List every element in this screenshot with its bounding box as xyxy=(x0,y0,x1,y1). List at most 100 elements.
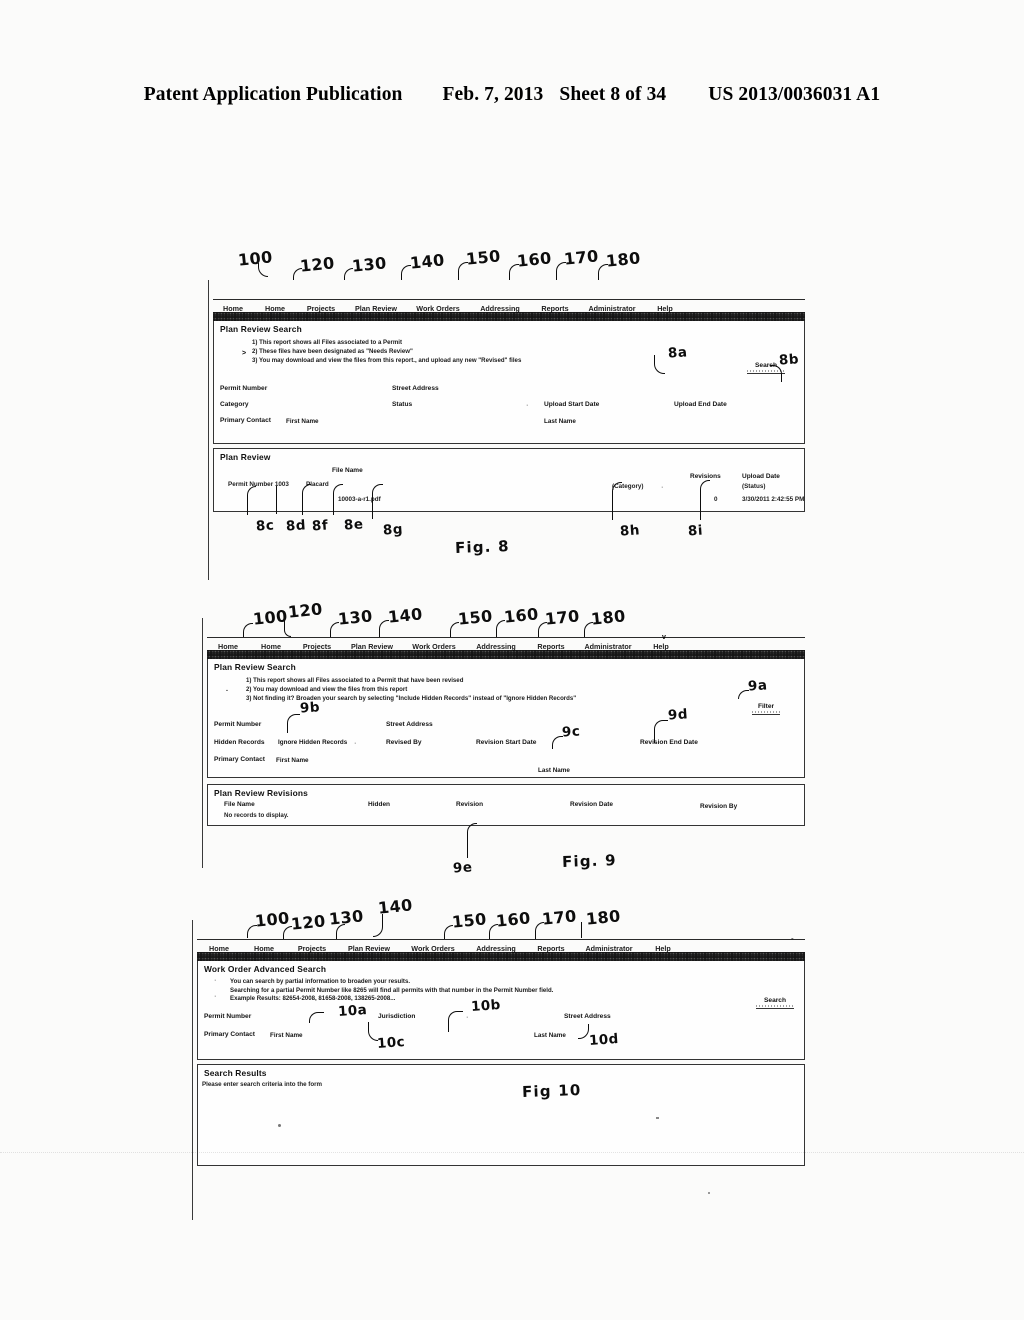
fig9-instruction-1: 1) This report shows all Files associate… xyxy=(246,677,464,684)
fig9-col-hidden: Hidden xyxy=(368,801,391,808)
fig9-col-revision-date: Revision Date xyxy=(570,801,613,808)
fig10-permit-number-label: Permit Number xyxy=(204,1013,252,1020)
fig9-revision-start-date-label: Revision Start Date xyxy=(476,739,537,746)
callout-160-leader-fig10 xyxy=(489,924,498,939)
callout-150-leader-fig8 xyxy=(458,262,468,280)
callout-8d-leader xyxy=(276,486,277,514)
patent-page-header: Patent Application Publication Feb. 7, 2… xyxy=(0,84,1024,106)
fig10-search-results-panel: Search Results Please enter search crite… xyxy=(197,1064,805,1166)
callout-10b: 10b xyxy=(470,996,502,1016)
fig10-empty-message: Please enter search criteria into the fo… xyxy=(202,1081,323,1088)
fig8-status-dropdown-icon[interactable]: · xyxy=(526,402,528,409)
fig9-instruction-2: 2) You may download and view the files f… xyxy=(246,686,408,694)
fig8-instruction-1: 1) This report shows all Files associate… xyxy=(252,339,403,346)
callout-170-fig10: 170 xyxy=(541,906,578,929)
fig10-first-name-label: First Name xyxy=(270,1032,303,1039)
callout-180-leader-fig8 xyxy=(598,264,608,280)
fig9-col-revision-by: Revision By xyxy=(700,803,738,810)
fig8-search-title: Plan Review Search xyxy=(220,324,302,334)
fig9-street-address-label: Street Address xyxy=(386,721,433,728)
publication-date: Feb. 7, 2013 xyxy=(442,84,544,105)
callout-8b: 8b xyxy=(778,351,800,369)
fig8-instruction-3: 3) You may download and view the files f… xyxy=(252,357,522,365)
fig10-nav-overflow-icon[interactable]: - xyxy=(791,934,794,943)
fig9-caption: Fig. 9 xyxy=(561,851,617,871)
patent-number: US 2013/0036031 A1 xyxy=(708,84,881,105)
fig8-primary-contact-label: Primary Contact xyxy=(220,417,271,424)
fig9-search-title: Plan Review Search xyxy=(214,662,296,672)
publication-label: Patent Application Publication xyxy=(143,84,403,105)
callout-8i: 8i xyxy=(687,522,704,540)
fig8-last-name-label: Last Name xyxy=(544,418,576,425)
fig8-cell-upload-date: 3/30/2011 2:42:55 PM xyxy=(742,496,805,503)
callout-180-leader-fig9 xyxy=(584,622,593,637)
callout-8f: 8f xyxy=(311,517,329,535)
callout-180-fig10: 180 xyxy=(585,906,622,929)
fig8-col-upload-date: Upload Date xyxy=(742,473,780,480)
fig9-col-file-name: File Name xyxy=(224,801,255,808)
callout-160-leader-fig9 xyxy=(496,620,505,637)
fig9-revision-end-date-label: Revision End Date xyxy=(640,739,698,746)
fig10-street-address-label: Street Address xyxy=(564,1013,611,1020)
callout-8i-leader xyxy=(700,480,710,520)
callout-130-fig9: 130 xyxy=(337,606,374,629)
callout-9b-leader xyxy=(287,714,300,733)
callout-10d: 10d xyxy=(588,1030,620,1050)
fig8-plan-review-search-panel: Plan Review Search 1) This report shows … xyxy=(213,321,805,444)
scan-speck-1 xyxy=(278,1124,281,1127)
callout-9d: 9d xyxy=(667,706,689,724)
callout-140-leader-fig9 xyxy=(379,620,389,637)
fig9-bullet-marker-icon: · xyxy=(226,688,229,695)
fig8-search-instructions: 1) This report shows all Files associate… xyxy=(214,334,804,366)
fig9-nav-overflow-icon[interactable]: v xyxy=(662,634,666,641)
callout-100-leader-fig10 xyxy=(247,925,257,938)
callout-8c: 8c xyxy=(255,517,275,535)
fig8-upload-start-date-label: Upload Start Date xyxy=(544,401,600,408)
fig10-title-band xyxy=(197,952,805,961)
callout-8d: 8d xyxy=(285,517,307,535)
fig10-jurisdiction-dropdown-icon[interactable]: · xyxy=(466,1014,468,1021)
fig8-street-address-label: Street Address xyxy=(392,385,439,392)
fig10-bullet-marker-1-icon: · xyxy=(214,977,217,984)
fig9-page-edge xyxy=(202,618,203,868)
fig9-hidden-records-dropdown-icon[interactable]: · xyxy=(354,740,356,747)
fig10-bullet-marker-2-icon: · xyxy=(214,993,217,1000)
fig10-last-name-label: Last Name xyxy=(534,1032,566,1039)
callout-100-fig8: 100 xyxy=(237,247,274,270)
callout-8h: 8h xyxy=(619,522,641,540)
figure-8: Home Home Projects Plan Review Work Orde… xyxy=(208,280,805,580)
callout-10b-leader xyxy=(448,1011,463,1032)
fig10-instruction-3: Example Results: 82654-2008, 81658-2008,… xyxy=(230,995,396,1003)
fig8-category-dropdown-icon[interactable]: · xyxy=(661,484,663,491)
callout-130-fig10: 130 xyxy=(328,906,365,929)
fig8-first-name-label: First Name xyxy=(286,418,319,425)
fig9-hidden-records-value[interactable]: Ignore Hidden Records xyxy=(278,739,347,746)
fig8-title-band xyxy=(213,312,805,321)
callout-9c: 9c xyxy=(561,723,581,741)
callout-10a: 10a xyxy=(337,1002,368,1020)
fig9-instruction-3: 3) Not finding it? Broaden your search b… xyxy=(246,695,577,703)
scan-speck-2 xyxy=(656,1117,659,1119)
fig8-results-title: Plan Review xyxy=(220,452,271,462)
callout-120-fig10: 120 xyxy=(290,911,327,934)
fig10-jurisdiction-label: Jurisdiction xyxy=(378,1013,416,1020)
callout-8g-leader xyxy=(372,484,383,519)
callout-180-fig9: 180 xyxy=(590,606,627,629)
callout-170-leader-fig10 xyxy=(535,922,544,939)
fig10-search-button[interactable]: Search xyxy=(756,997,794,1009)
callout-180-fig8: 180 xyxy=(605,248,642,271)
callout-8h-leader xyxy=(612,482,622,520)
fig9-results-title: Plan Review Revisions xyxy=(214,788,308,798)
callout-170-leader-fig8 xyxy=(556,262,566,280)
fig10-instruction-2: Searching for a partial Permit Number li… xyxy=(230,986,554,994)
callout-9e-leader xyxy=(467,823,477,858)
callout-130-leader-fig10 xyxy=(336,924,345,939)
callout-9b: 9b xyxy=(299,699,321,717)
callout-100-leader-fig8 xyxy=(258,263,268,277)
callout-120-fig8: 120 xyxy=(299,253,336,276)
callout-150-fig8: 150 xyxy=(465,246,502,269)
fig8-bullet-marker-icon: > xyxy=(242,350,247,357)
fig9-filter-button[interactable]: Filter xyxy=(752,703,780,715)
fig9-col-revision: Revision xyxy=(456,801,484,808)
callout-160-fig8: 160 xyxy=(516,248,553,271)
